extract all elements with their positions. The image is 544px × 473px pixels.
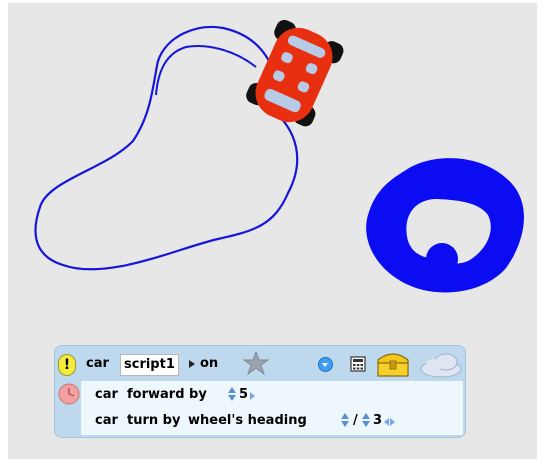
menu-dropdown-icon[interactable]	[318, 357, 333, 372]
script-name-field[interactable]: script1	[120, 354, 179, 376]
forward-subject: car	[95, 387, 118, 402]
forward-updown-arrows[interactable]	[228, 387, 236, 401]
script-header: ! car script1 on	[54, 345, 466, 381]
turn-value[interactable]: 3	[373, 413, 382, 428]
painted-blob[interactable]	[366, 158, 524, 293]
car-trail	[34, 25, 299, 271]
exclamation-icon[interactable]: !	[58, 354, 76, 376]
turn-command[interactable]: turn by	[127, 413, 180, 428]
play-triangle-icon[interactable]	[189, 360, 195, 368]
turn-subject: car	[95, 413, 118, 428]
script-status[interactable]: on	[200, 356, 218, 371]
turn-expression-updown-arrows[interactable]	[341, 413, 349, 427]
forward-expand-arrow[interactable]	[250, 392, 255, 400]
car-sprite[interactable]	[242, 17, 346, 132]
turn-shrink-arrow[interactable]	[384, 418, 389, 426]
turn-value-updown-arrows[interactable]	[362, 413, 370, 427]
clock-icon[interactable]	[58, 383, 80, 405]
turn-expression[interactable]: wheel's heading	[188, 413, 307, 428]
calculator-icon[interactable]	[350, 356, 366, 372]
treasure-chest-icon[interactable]	[376, 350, 410, 378]
cloud-icon[interactable]	[419, 351, 463, 379]
turn-operator[interactable]: /	[353, 413, 358, 428]
turn-expand-arrow[interactable]	[390, 418, 395, 426]
forward-value[interactable]: 5	[239, 387, 248, 402]
car-trail-inner	[155, 45, 257, 96]
script-object-name[interactable]: car	[86, 356, 109, 371]
script-body: car forward by 5 car turn by wheel's hea…	[81, 381, 463, 435]
tile-forward[interactable]: car forward by 5	[81, 384, 463, 406]
star-icon[interactable]	[242, 351, 270, 375]
script-panel[interactable]: ! car script1 on car forward by 5 car tu…	[54, 345, 466, 438]
tile-turn[interactable]: car turn by wheel's heading / 3	[81, 410, 463, 432]
forward-command[interactable]: forward by	[127, 387, 207, 402]
